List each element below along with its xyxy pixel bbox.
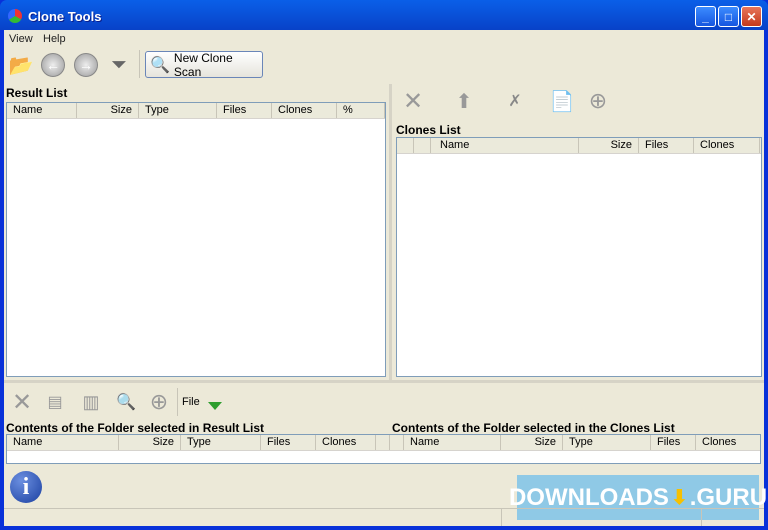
result-list[interactable]: Name Size Type Files Clones % xyxy=(6,102,386,377)
info-icon[interactable]: i xyxy=(10,471,42,503)
app-window: Clone Tools _ □ ✕ View Help 📂 ← → ⏷ 🔍 Ne… xyxy=(0,0,768,530)
col-name[interactable]: Name xyxy=(404,435,501,450)
col-type[interactable]: Type xyxy=(139,103,217,118)
col-files[interactable]: Files xyxy=(651,435,696,450)
col-name[interactable]: Name xyxy=(7,103,77,118)
col-clones[interactable]: Clones xyxy=(696,435,751,450)
col-files[interactable]: Files xyxy=(261,435,316,450)
menu-help[interactable]: Help xyxy=(43,33,66,45)
col-blank-2[interactable] xyxy=(414,138,431,153)
maximize-button[interactable]: □ xyxy=(718,6,739,27)
client-area: View Help 📂 ← → ⏷ 🔍 New Clone Scan Resul… xyxy=(4,30,767,526)
col-type[interactable]: Type xyxy=(181,435,261,450)
col-name[interactable]: Name xyxy=(7,435,119,450)
col-files[interactable]: Files xyxy=(639,138,694,153)
copy-files-icon[interactable]: ▥ xyxy=(79,389,103,415)
file-dropdown-arrow-icon[interactable] xyxy=(208,402,222,410)
magnifier-icon: 🔍 xyxy=(150,56,170,74)
delete-icon[interactable]: ✕ xyxy=(400,88,426,115)
back-icon[interactable]: ← xyxy=(41,53,65,77)
app-icon xyxy=(8,9,22,23)
menu-view[interactable]: View xyxy=(9,33,33,45)
col-size[interactable]: Size xyxy=(579,138,639,153)
col-size[interactable]: Size xyxy=(77,103,139,118)
col-name[interactable]: Name xyxy=(431,138,579,153)
clones-list-title: Clones List xyxy=(396,123,461,137)
status-bar xyxy=(4,508,764,526)
window-title: Clone Tools xyxy=(28,8,102,24)
open-folder-icon[interactable]: 📂 xyxy=(8,52,34,78)
file-label: File xyxy=(182,396,200,408)
col-clones[interactable]: Clones xyxy=(272,103,337,118)
col-clones[interactable]: Clones xyxy=(316,435,376,450)
close-button[interactable]: ✕ xyxy=(741,6,762,27)
col-size[interactable]: Size xyxy=(119,435,181,450)
col-clones[interactable]: Clones xyxy=(694,138,760,153)
vertical-splitter[interactable] xyxy=(389,84,392,380)
result-list-title: Result List xyxy=(6,86,68,100)
col-type[interactable]: Type xyxy=(563,435,651,450)
target-icon[interactable]: ⊕ xyxy=(585,88,611,114)
copy-left-icon[interactable]: ▤ xyxy=(44,389,66,415)
filter-icon[interactable]: ⏷ xyxy=(107,52,131,78)
new-clone-scan-button[interactable]: 🔍 New Clone Scan xyxy=(145,50,263,79)
forward-icon[interactable]: → xyxy=(74,53,98,77)
folder-clones-title: Contents of the Folder selected in the C… xyxy=(392,421,675,435)
view-file-icon[interactable]: 🔍 xyxy=(114,389,138,415)
move-up-icon[interactable]: ⬆ xyxy=(451,88,477,114)
col-files[interactable]: Files xyxy=(217,103,272,118)
folder-result-title: Contents of the Folder selected in Resul… xyxy=(6,421,265,435)
export-icon[interactable]: 📄 xyxy=(549,88,575,114)
col-size[interactable]: Size xyxy=(501,435,563,450)
folder-contents-list[interactable]: Name Size Type Files Clones Name Size Ty… xyxy=(6,434,761,464)
new-clone-scan-label: New Clone Scan xyxy=(173,50,233,79)
col-percent[interactable]: % xyxy=(337,103,385,118)
unlink-icon[interactable]: ✗ xyxy=(502,88,528,114)
minimize-button[interactable]: _ xyxy=(695,6,716,27)
target-icon[interactable]: ⊕ xyxy=(146,389,172,415)
horizontal-splitter[interactable] xyxy=(4,380,764,383)
delete-icon[interactable]: ✕ xyxy=(9,389,35,416)
clones-list[interactable]: Name Size Files Clones xyxy=(396,137,762,377)
title-bar: Clone Tools xyxy=(8,5,101,27)
col-blank-1[interactable] xyxy=(397,138,414,153)
